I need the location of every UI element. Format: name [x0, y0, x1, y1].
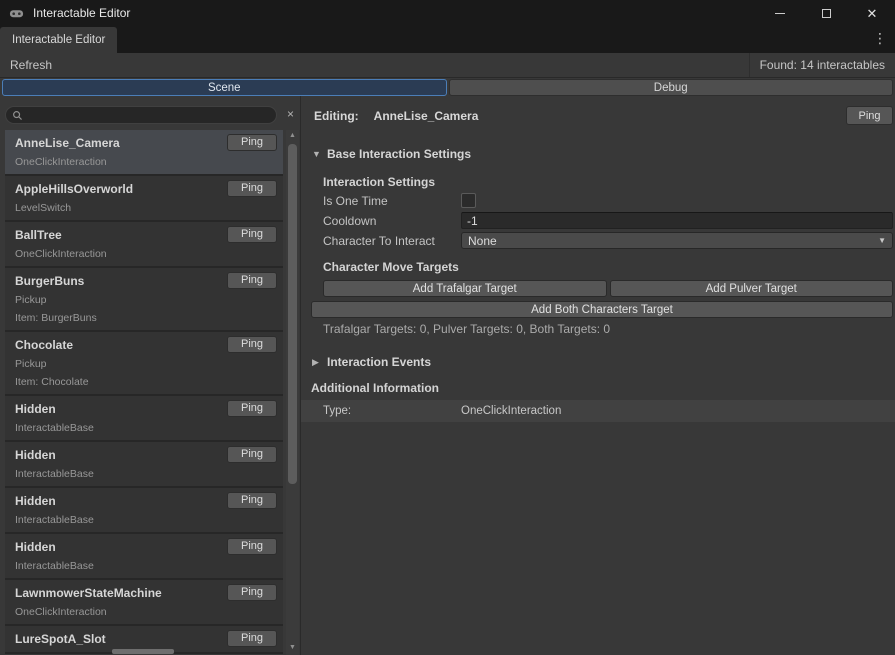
scroll-up-icon[interactable]: ▲ — [286, 130, 299, 142]
maximize-icon — [822, 9, 831, 18]
ping-button[interactable]: Ping — [227, 134, 277, 151]
item-subtitle: Pickup — [15, 293, 273, 307]
item-subtitle: InteractableBase — [15, 467, 273, 481]
editing-row: Editing: AnneLise_Camera Ping — [314, 106, 893, 125]
ping-button[interactable]: Ping — [227, 400, 277, 417]
list-item[interactable]: Hidden InteractableBase Ping — [5, 396, 283, 442]
horizontal-scrollbar-thumb[interactable] — [112, 649, 174, 654]
chevron-down-icon: ▼ — [878, 236, 886, 245]
item-subtitle: Item: BurgerBuns — [15, 311, 273, 325]
list-item[interactable]: Hidden InteractableBase Ping — [5, 442, 283, 488]
ping-button[interactable]: Ping — [227, 446, 277, 463]
type-value: OneClickInteraction — [461, 405, 561, 417]
search-icon — [12, 110, 23, 121]
found-count-label: Found: 14 interactables — [749, 53, 895, 77]
interactable-editor-window: Interactable Editor ✕ Interactable Edito… — [0, 0, 895, 655]
is-one-time-checkbox[interactable] — [461, 193, 476, 208]
list-item[interactable]: Hidden InteractableBase Ping — [5, 488, 283, 534]
close-icon: ✕ — [867, 7, 878, 20]
item-subtitle: LevelSwitch — [15, 201, 273, 215]
tab-debug[interactable]: Debug — [449, 79, 894, 96]
type-label: Type: — [323, 405, 461, 417]
is-one-time-label: Is One Time — [323, 194, 461, 208]
dropdown-value: None — [468, 234, 497, 248]
window-title: Interactable Editor — [33, 6, 130, 20]
type-row: Type: OneClickInteraction — [301, 400, 895, 422]
list-item[interactable]: LawnmowerStateMachine OneClickInteractio… — [5, 580, 283, 626]
close-button[interactable]: ✕ — [849, 0, 895, 26]
item-subtitle: Pickup — [15, 357, 273, 371]
interactable-list: AnneLise_Camera OneClickInteraction Ping… — [5, 130, 283, 655]
maximize-button[interactable] — [803, 0, 849, 26]
item-subtitle: InteractableBase — [15, 421, 273, 435]
character-to-interact-label: Character To Interact — [323, 234, 461, 248]
foldout-closed-icon: ▶ — [312, 357, 327, 368]
search-field[interactable] — [5, 106, 277, 124]
window-menu-icon[interactable]: ⋮ — [873, 30, 895, 53]
tab-scene[interactable]: Scene — [2, 79, 447, 96]
ping-button[interactable]: Ping — [227, 180, 277, 197]
character-to-interact-dropdown[interactable]: None ▼ — [461, 232, 893, 249]
character-move-targets-header: Character Move Targets — [323, 260, 459, 274]
item-subtitle: InteractableBase — [15, 513, 273, 527]
base-interaction-settings-foldout[interactable]: ▼ Base Interaction Settings — [312, 147, 471, 161]
item-subtitle: OneClickInteraction — [15, 247, 273, 261]
app-icon — [9, 6, 24, 21]
inspector-ping-button[interactable]: Ping — [846, 106, 893, 125]
mode-tab-bar: Scene Debug — [2, 79, 893, 96]
tab-interactable-editor[interactable]: Interactable Editor — [0, 27, 117, 53]
inspector-panel: Editing: AnneLise_Camera Ping ▼ Base Int… — [300, 96, 895, 655]
list-item[interactable]: AnneLise_Camera OneClickInteraction Ping — [5, 130, 283, 176]
cooldown-row: Cooldown — [323, 212, 893, 229]
list-item[interactable]: BurgerBuns Pickup Item: BurgerBuns Ping — [5, 268, 283, 332]
search-clear-button[interactable]: × — [283, 105, 298, 123]
item-subtitle: OneClickInteraction — [15, 155, 273, 169]
list-item[interactable]: AppleHillsOverworld LevelSwitch Ping — [5, 176, 283, 222]
item-subtitle: InteractableBase — [15, 559, 273, 573]
is-one-time-row: Is One Time — [323, 192, 893, 209]
ping-button[interactable]: Ping — [227, 584, 277, 601]
list-item[interactable]: BallTree OneClickInteraction Ping — [5, 222, 283, 268]
foldout-label: Interaction Events — [327, 355, 431, 369]
scroll-down-icon[interactable]: ▼ — [286, 642, 299, 654]
ping-button[interactable]: Ping — [227, 272, 277, 289]
window-controls: ✕ — [757, 0, 895, 26]
foldout-label: Base Interaction Settings — [327, 147, 471, 161]
cooldown-field[interactable] — [461, 212, 893, 229]
minimize-icon — [775, 13, 785, 14]
interaction-settings-header: Interaction Settings — [323, 175, 435, 189]
minimize-button[interactable] — [757, 0, 803, 26]
titlebar: Interactable Editor ✕ — [0, 0, 895, 26]
ping-button[interactable]: Ping — [227, 630, 277, 647]
scene-list-panel: × AnneLise_Camera OneClickInteraction Pi… — [0, 96, 300, 655]
additional-information-header: Additional Information — [311, 381, 439, 395]
item-subtitle: OneClickInteraction — [15, 605, 273, 619]
vertical-scrollbar-thumb[interactable] — [288, 144, 297, 484]
targets-summary: Trafalgar Targets: 0, Pulver Targets: 0,… — [323, 322, 610, 336]
editing-value: AnneLise_Camera — [374, 109, 479, 123]
doc-tab-bar: Interactable Editor ⋮ — [0, 26, 895, 53]
list-item[interactable]: Chocolate Pickup Item: Chocolate Ping — [5, 332, 283, 396]
toolbar: Refresh Found: 14 interactables — [0, 53, 895, 78]
add-pulver-target-button[interactable]: Add Pulver Target — [610, 280, 894, 297]
doc-tab-label: Interactable Editor — [12, 34, 105, 46]
search-input[interactable] — [23, 109, 268, 121]
item-subtitle: Item: Chocolate — [15, 375, 273, 389]
ping-button[interactable]: Ping — [227, 538, 277, 555]
ping-button[interactable]: Ping — [227, 226, 277, 243]
vertical-scrollbar[interactable]: ▲ ▼ — [286, 130, 299, 655]
foldout-open-icon: ▼ — [312, 149, 327, 159]
cooldown-label: Cooldown — [323, 214, 461, 228]
ping-button[interactable]: Ping — [227, 336, 277, 353]
list-item[interactable]: Hidden InteractableBase Ping — [5, 534, 283, 580]
add-both-characters-target-button[interactable]: Add Both Characters Target — [311, 301, 893, 318]
refresh-button[interactable]: Refresh — [0, 53, 62, 77]
interaction-events-foldout[interactable]: ▶ Interaction Events — [312, 355, 431, 369]
editing-label: Editing: — [314, 109, 359, 123]
add-trafalgar-target-button[interactable]: Add Trafalgar Target — [323, 280, 607, 297]
add-target-button-row: Add Trafalgar Target Add Pulver Target — [323, 280, 893, 297]
character-to-interact-row: Character To Interact None ▼ — [323, 232, 893, 249]
ping-button[interactable]: Ping — [227, 492, 277, 509]
